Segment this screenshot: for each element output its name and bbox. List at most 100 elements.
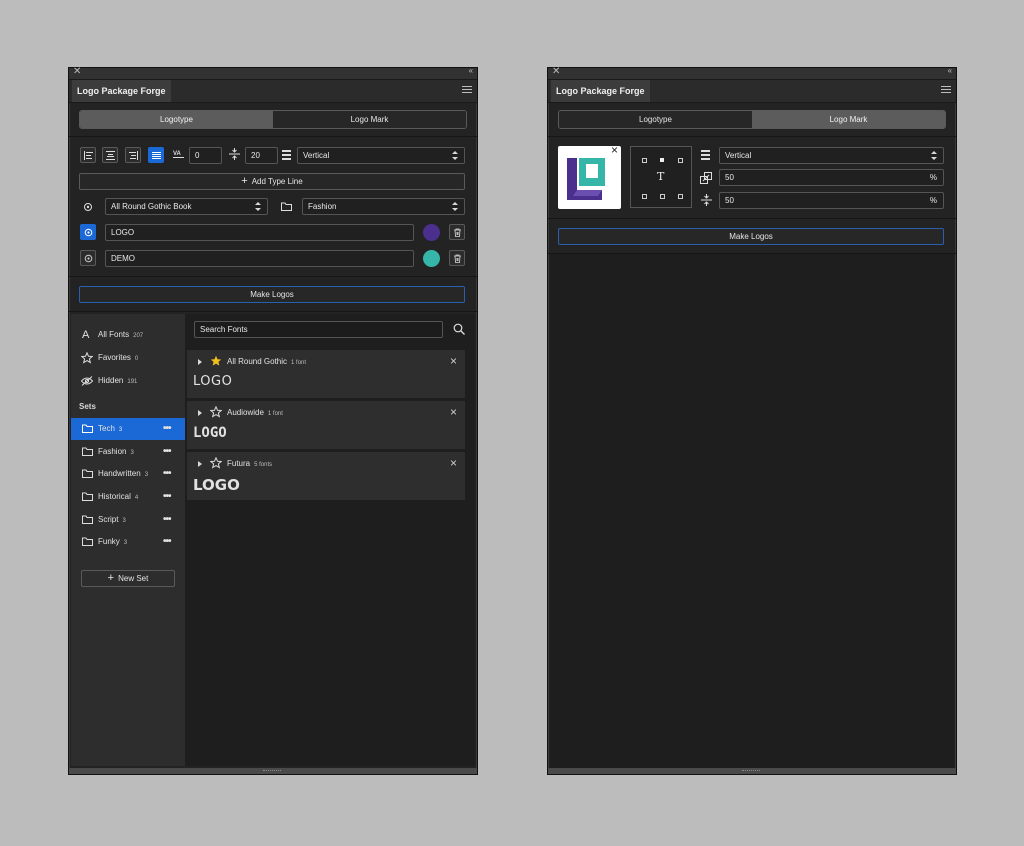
orientation-icon [701, 150, 710, 160]
sidebar-item-label: Hidden [98, 376, 124, 385]
font-sample: LOGO [193, 374, 233, 389]
panel-tab-row: Logo Package Forge [548, 80, 956, 103]
expand-icon[interactable] [198, 410, 202, 416]
logo-mark-panel: ✕ ‹‹ Logo Package Forge Logotype Logo Ma… [547, 66, 957, 775]
tab-logo-mark[interactable]: Logo Mark [273, 111, 466, 128]
tab-logo-mark[interactable]: Logo Mark [752, 111, 945, 128]
remove-mark-icon[interactable]: × [611, 143, 618, 157]
type-line-input[interactable]: LOGO [105, 224, 414, 241]
logo-mark-preview[interactable]: × [558, 143, 621, 209]
sidebar-item-label: Fashion [98, 447, 127, 456]
search-icon[interactable] [453, 323, 465, 335]
panel-titlebar: ✕ ‹‹ [69, 66, 477, 80]
delete-line-button[interactable] [449, 250, 465, 266]
type-line-input[interactable]: DEMO [105, 250, 414, 267]
placement-grid[interactable]: T [630, 146, 692, 208]
font-card[interactable]: All Round Gothic 1 font × LOGO [187, 350, 465, 398]
sidebar-item-handwritten[interactable]: Handwritten 3 ••• [71, 463, 185, 485]
close-icon[interactable]: × [450, 354, 457, 368]
percent-unit: % [929, 196, 937, 205]
orientation-dropdown[interactable]: Vertical [297, 147, 465, 164]
line-height-input[interactable]: 20 [245, 147, 278, 164]
close-icon[interactable]: × [450, 456, 457, 470]
divider [548, 218, 956, 219]
more-options-icon[interactable]: ••• [163, 441, 171, 463]
scale-icon [700, 172, 712, 184]
color-swatch[interactable] [423, 250, 440, 267]
line-select-button[interactable] [80, 224, 96, 240]
search-fonts-input[interactable]: Search Fonts [194, 321, 443, 338]
collapse-panel-icon[interactable]: ‹‹ [948, 66, 952, 75]
sidebar-item-all-fonts[interactable]: A All Fonts 207 [71, 324, 185, 346]
sidebar-item-tech[interactable]: Tech 3 ••• [71, 418, 185, 440]
set-dropdown[interactable]: Fashion [302, 198, 465, 215]
font-card[interactable]: Futura 5 fonts × LOGO [187, 452, 465, 500]
color-swatch[interactable] [423, 224, 440, 241]
font-count: 1 font [267, 411, 283, 417]
panel-menu-icon[interactable] [941, 86, 951, 96]
resize-handle[interactable] [69, 768, 477, 774]
align-justify-icon [152, 152, 161, 159]
more-options-icon[interactable]: ••• [163, 509, 171, 531]
scale-input[interactable]: 50 % [719, 169, 944, 186]
sidebar-item-script[interactable]: Script 3 ••• [71, 509, 185, 531]
make-logos-button[interactable]: Make Logos [79, 286, 465, 303]
sidebar-item-hidden[interactable]: Hidden 191 [71, 370, 185, 392]
sidebar-item-fashion[interactable]: Fashion 3 ••• [71, 441, 185, 463]
resize-handle[interactable] [548, 768, 956, 774]
anchor-top-left[interactable] [642, 158, 647, 163]
expand-icon[interactable] [198, 359, 202, 365]
target-icon [84, 228, 93, 237]
close-panel-icon[interactable]: ✕ [552, 66, 560, 77]
star-icon[interactable] [210, 406, 222, 418]
font-dropdown[interactable]: All Round Gothic Book [105, 198, 268, 215]
anchor-top-right[interactable] [678, 158, 683, 163]
font-card[interactable]: Audiowide 1 font × LOGO [187, 401, 465, 449]
star-icon[interactable] [210, 457, 222, 469]
star-filled-icon[interactable] [210, 355, 222, 367]
sidebar-item-count: 3 [144, 472, 149, 478]
sidebar-item-label: All Fonts [98, 330, 130, 339]
sidebar-item-count: 3 [122, 518, 126, 524]
more-options-icon[interactable]: ••• [163, 463, 171, 485]
panel-tab-title[interactable]: Logo Package Forge [72, 80, 171, 102]
panel-menu-icon[interactable] [462, 86, 472, 96]
more-options-icon[interactable]: ••• [163, 486, 171, 508]
font-a-icon: A [82, 329, 90, 341]
tab-logotype[interactable]: Logotype [80, 111, 273, 128]
anchor-bottom-center[interactable] [660, 194, 665, 199]
sidebar-item-count: 207 [133, 333, 144, 339]
tracking-input[interactable]: 0 [189, 147, 222, 164]
align-center-icon [106, 151, 115, 160]
close-icon[interactable]: × [450, 405, 457, 419]
spacing-value: 50 [725, 196, 734, 205]
delete-line-button[interactable] [449, 224, 465, 240]
line-height-icon [229, 148, 240, 160]
sidebar-item-favorites[interactable]: Favorites 0 [71, 347, 185, 369]
new-set-button[interactable]: + New Set [81, 570, 175, 587]
sidebar-item-historical[interactable]: Historical 4 ••• [71, 486, 185, 508]
collapse-panel-icon[interactable]: ‹‹ [469, 66, 473, 75]
sidebar-item-count: 3 [118, 427, 123, 433]
anchor-bottom-right[interactable] [678, 194, 683, 199]
close-panel-icon[interactable]: ✕ [73, 66, 81, 77]
trash-icon [454, 228, 461, 237]
make-logos-button[interactable]: Make Logos [558, 228, 944, 245]
orientation-dropdown[interactable]: Vertical [719, 147, 944, 164]
align-justify-button[interactable] [148, 147, 164, 163]
more-options-icon[interactable]: ••• [163, 418, 171, 440]
panel-tab-title[interactable]: Logo Package Forge [551, 80, 650, 102]
align-left-button[interactable] [80, 147, 96, 163]
align-right-button[interactable] [125, 147, 141, 163]
tab-logotype[interactable]: Logotype [559, 111, 752, 128]
anchor-top-center[interactable] [660, 158, 664, 162]
align-center-button[interactable] [102, 147, 118, 163]
expand-icon[interactable] [198, 461, 202, 467]
spacing-input[interactable]: 50 % [719, 192, 944, 209]
font-name: Futura [227, 459, 251, 468]
sidebar-item-funky[interactable]: Funky 3 ••• [71, 531, 185, 553]
anchor-bottom-left[interactable] [642, 194, 647, 199]
add-type-line-button[interactable]: + Add Type Line [79, 173, 465, 190]
more-options-icon[interactable]: ••• [163, 531, 171, 553]
line-select-button[interactable] [80, 250, 96, 266]
